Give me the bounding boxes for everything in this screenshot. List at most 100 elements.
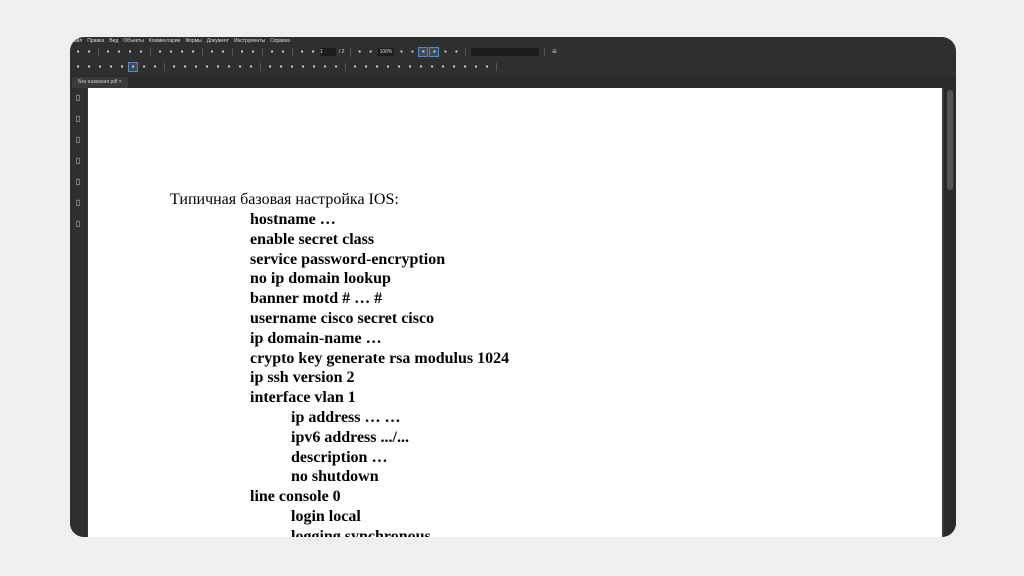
pages-icon[interactable]: ▯ [74,94,82,109]
replace-icon[interactable]: ▪ [450,63,458,71]
combo-icon[interactable]: ▪ [203,63,211,71]
polygon-icon[interactable]: ▪ [310,63,318,71]
attach-icon[interactable]: ▪ [373,63,381,71]
list-icon[interactable]: ▪ [214,63,222,71]
approve-icon[interactable]: ▪ [483,63,491,71]
menu-item-8[interactable]: Справка [270,38,290,44]
menu-item-4[interactable]: Комментарии [149,38,181,44]
snapshot-icon[interactable]: ▪ [128,62,138,72]
undo-icon[interactable]: ▪ [208,48,216,56]
menu-item-3[interactable]: Объекты [123,38,144,44]
search-input[interactable] [471,48,540,56]
separator [465,48,467,56]
print-icon[interactable]: ▪ [137,48,145,56]
email-icon[interactable]: ▪ [126,48,134,56]
fields-icon[interactable]: ▯ [74,199,82,214]
line-tool-icon[interactable]: ▪ [395,63,403,71]
pan-icon[interactable]: ▪ [408,48,416,56]
typewriter-icon[interactable]: ▪ [266,63,274,71]
copy-icon[interactable]: ▪ [167,48,175,56]
edit-text-icon[interactable]: ▪ [96,63,104,71]
hamburger-icon[interactable]: ≡ [550,48,558,56]
text-select-icon[interactable]: ▪ [85,63,93,71]
image-icon[interactable]: ▪ [277,63,285,71]
pdf-editor-window: Файл Правка Вид Объекты Комментарии Формы Доку… [70,37,956,537]
snap-icon[interactable]: ▪ [249,48,257,56]
zoom-tool-icon[interactable]: ▪ [472,63,480,71]
open-icon[interactable]: ▪ [85,48,93,56]
bookmarks-icon[interactable]: ▯ [74,115,82,130]
highlight-icon[interactable]: ▪ [351,63,359,71]
grid-icon[interactable]: ▪ [238,48,246,56]
down-icon[interactable]: ▪ [309,48,317,56]
stamp-icon[interactable]: ▪ [247,63,255,71]
measure-icon[interactable]: ▪ [417,63,425,71]
new-icon[interactable]: ▪ [74,48,82,56]
separator [98,48,99,56]
check-icon[interactable]: ▪ [362,63,370,71]
main-toolbar: ▪ ▪ ▪ ▪ ▪ ▪ ▪ ▪ ▪ ▪ ▪ ▪ ▪ ▪ ▪ ▪ ▪ ▪ 1/ 2 ▪ ▪ 100% ▪ ▪ ▪ ▪ ▪ ▪ ≡ [74,45,558,59]
page-number-input[interactable]: 1 [320,48,336,56]
form-icon[interactable]: ▪ [118,63,126,71]
menu-item-5[interactable]: Формы [185,38,201,44]
separator [202,48,203,56]
rotate-left-icon[interactable]: ▪ [441,48,449,56]
menu-item-2[interactable]: Вид [109,38,118,44]
separator [232,48,233,56]
menu-item-7[interactable]: Инструменты [234,38,265,44]
layers-icon[interactable]: ▯ [74,178,82,193]
pencil-icon[interactable]: ▪ [321,63,329,71]
sign-icon[interactable]: ▪ [461,63,469,71]
menu-item-6[interactable]: Документ [207,38,229,44]
prev-icon[interactable]: ▪ [268,48,276,56]
doc-heading: Типичная базовая настройка IOS: [170,191,399,208]
separator [345,63,346,71]
code-line: no ip domain lookup [250,270,391,288]
radio-icon[interactable]: ▪ [225,63,233,71]
eraser-icon[interactable]: ▪ [332,63,340,71]
code-line: banner motd # … # [250,290,383,308]
save-icon[interactable]: ▪ [104,48,112,56]
menu-item-1[interactable]: Правка [87,38,104,44]
save-as-icon[interactable]: ▪ [115,48,123,56]
fit-width-icon[interactable]: ▪ [367,48,375,56]
scrollbar-thumb[interactable] [947,90,953,190]
fit-page-icon[interactable]: ▪ [356,48,364,56]
actual-size-icon[interactable]: ▪ [397,48,405,56]
search-icon[interactable]: ▯ [74,157,82,172]
tab-document[interactable]: Без названия.pdf × [72,77,128,88]
menu-item-0[interactable]: Файл [70,38,82,44]
cut-icon[interactable]: ▪ [156,48,164,56]
arrow-icon[interactable]: ▪ [406,63,414,71]
signature-icon[interactable]: ▪ [236,63,244,71]
delete-icon[interactable]: ▪ [189,48,197,56]
separator [164,63,165,71]
code-line: description … [291,448,388,466]
button-icon[interactable]: ▪ [181,63,189,71]
sticky-icon[interactable]: ▪ [428,63,436,71]
up-icon[interactable]: ▪ [298,48,306,56]
link-icon[interactable]: ▪ [170,63,178,71]
signatures-icon[interactable]: ▯ [74,220,82,235]
code-line: login local [291,508,361,525]
hand-icon[interactable]: ▪ [429,47,440,57]
edit-object-icon[interactable]: ▪ [107,63,115,71]
line-icon[interactable]: ▪ [288,63,296,71]
paste-icon[interactable]: ▪ [178,48,186,56]
marker-icon[interactable]: ▪ [384,63,392,71]
rect-icon[interactable]: ▪ [299,63,307,71]
rotate-right-icon[interactable]: ▪ [452,48,460,56]
left-sidebar: ▯ ▯ ▯ ▯ ▯ ▯ ▯ [70,88,87,537]
callout-icon[interactable]: ▪ [439,63,447,71]
redo-icon[interactable]: ▪ [219,48,227,56]
code-line: ip address … … [291,409,401,426]
next-icon[interactable]: ▪ [279,48,287,56]
vertical-scrollbar[interactable] [944,88,956,537]
zoom-select[interactable]: 100% [377,48,395,56]
crop-icon[interactable]: ▪ [140,63,148,71]
checkbox-icon[interactable]: ▪ [192,63,200,71]
marquee-icon[interactable]: ▪ [418,47,429,57]
attachments-icon[interactable]: ▯ [74,136,82,151]
camera-icon[interactable]: ▪ [151,63,159,71]
select-icon[interactable]: ▪ [74,63,82,71]
